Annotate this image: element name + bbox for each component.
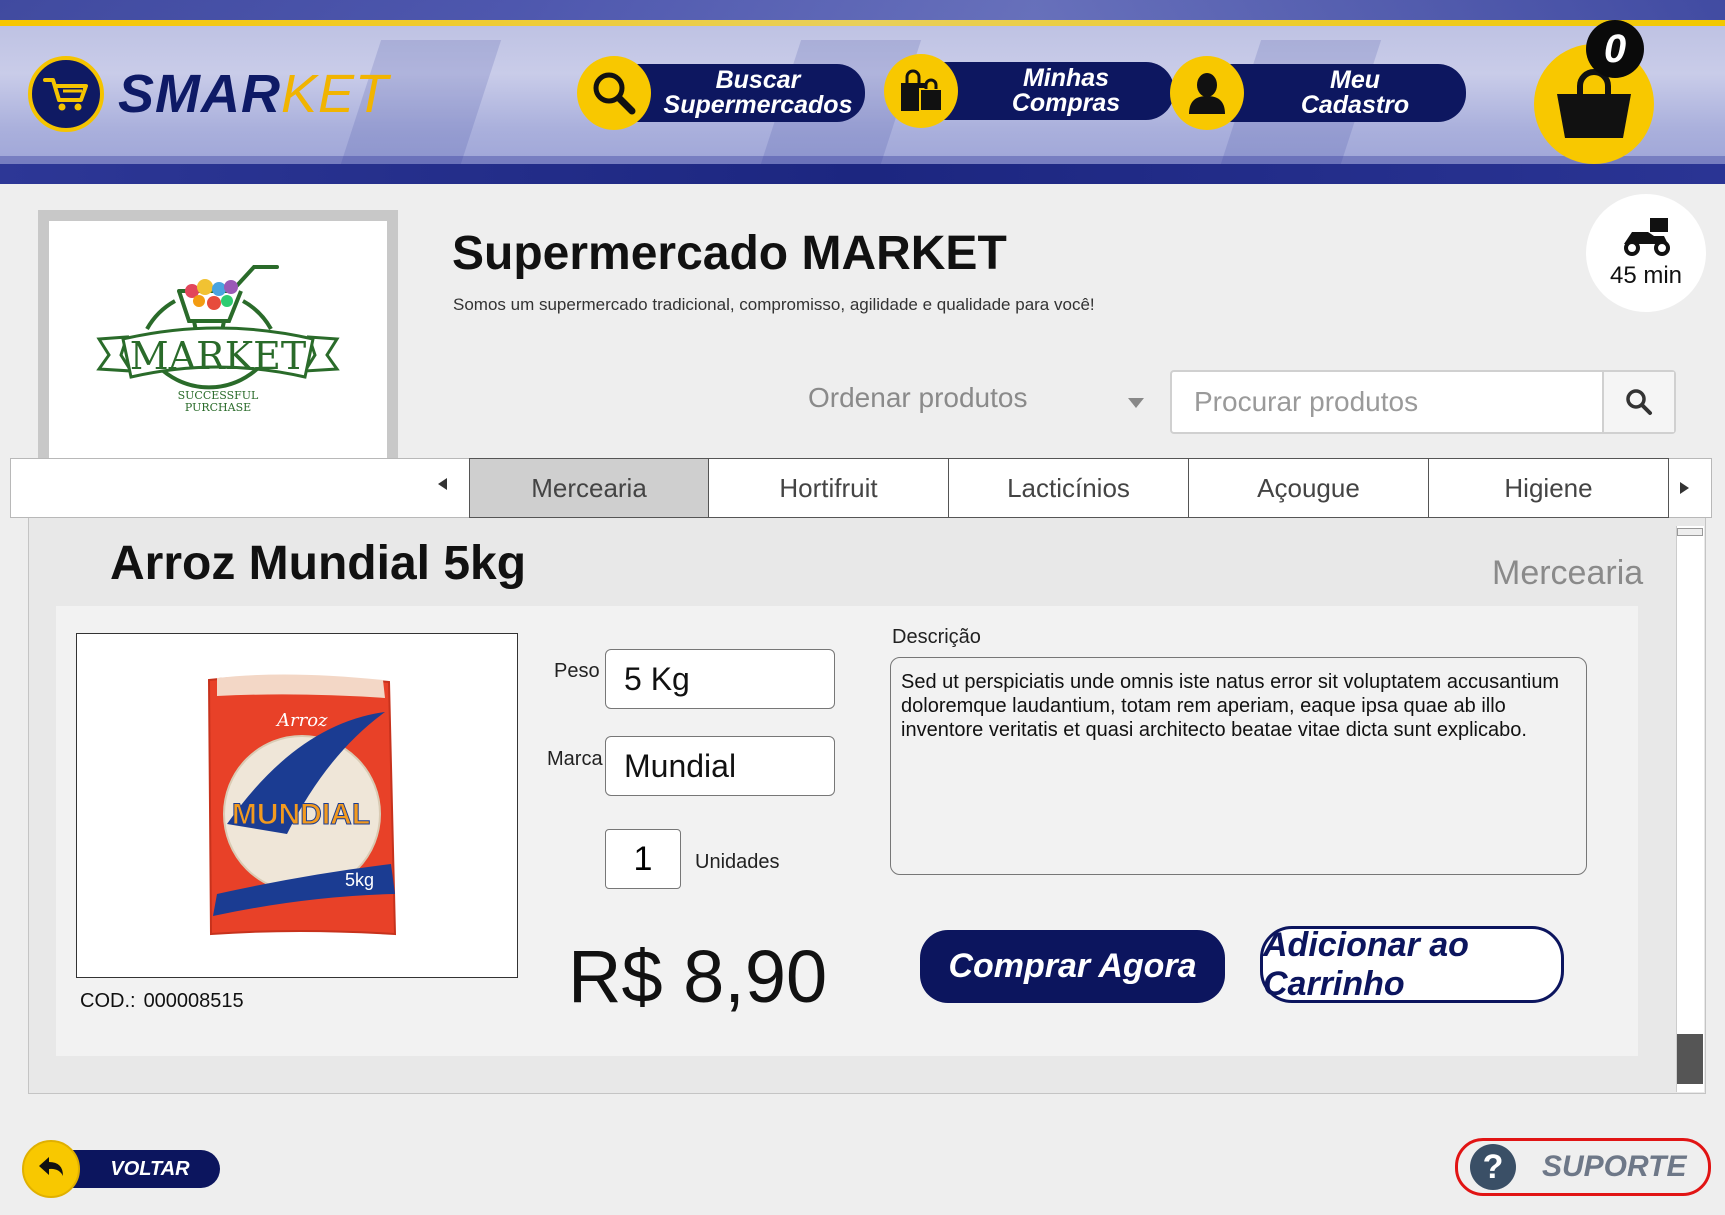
tab-acougue[interactable]: Açougue <box>1189 458 1429 518</box>
support-label: SUPORTE <box>1542 1150 1687 1183</box>
panel-scrollbar[interactable] <box>1676 526 1704 1092</box>
chevron-down-icon[interactable] <box>1128 398 1144 408</box>
help-icon: ? <box>1470 1144 1516 1190</box>
header-banner: SMARKET Buscar Supermercados Minhas Compra… <box>0 0 1725 184</box>
back-arrow-icon <box>22 1140 80 1198</box>
product-image: Arroz MUNDIAL 5kg <box>76 633 518 978</box>
delivery-time-badge: 45 min <box>1586 194 1706 312</box>
header-top-stripe <box>0 0 1725 22</box>
description-textarea[interactable]: Sed ut perspiciatis unde omnis iste natu… <box>890 657 1587 875</box>
search-icon <box>1626 389 1652 415</box>
search-input[interactable] <box>1172 372 1602 432</box>
scrollbar-thumb[interactable] <box>1677 1034 1703 1084</box>
search-button[interactable] <box>1602 372 1674 432</box>
nav-meu-cadastro[interactable]: Meu Cadastro <box>1170 56 1466 130</box>
cart-count-badge: 0 <box>1586 20 1644 78</box>
nav-buscar-supermercados[interactable]: Buscar Supermercados <box>577 56 865 130</box>
tab-lacticinios[interactable]: Lacticínios <box>949 458 1189 518</box>
product-code: COD.: 000008515 <box>80 990 244 1012</box>
product-search <box>1170 370 1676 434</box>
back-button[interactable]: VOLTAR <box>22 1140 220 1198</box>
nav-minhas-compras[interactable]: Minhas Compras <box>884 54 1174 128</box>
search-icon <box>577 56 651 130</box>
category-tabs: Mercearia Hortifruit Lacticínios Açougue… <box>469 458 1669 518</box>
header-yellow-stripe <box>0 20 1725 26</box>
store-logo-tagline-2: PURCHASE <box>185 401 251 414</box>
tabs-prev-arrow-icon[interactable] <box>438 478 447 490</box>
delivery-time-text: 45 min <box>1609 262 1683 289</box>
cart-logo-icon <box>28 56 104 132</box>
product-image-type: Arroz <box>275 710 328 731</box>
store-name: Supermercado MARKET <box>452 227 1007 280</box>
user-icon <box>1170 56 1244 130</box>
shopping-bag-icon <box>884 54 958 128</box>
scrollbar-up[interactable] <box>1677 528 1703 536</box>
tab-hortifruit[interactable]: Hortifruit <box>709 458 949 518</box>
store-logo-name: MARKET <box>130 334 306 378</box>
product-code-value: 000008515 <box>143 990 244 1012</box>
store-description: Somos um supermercado tradicional, compr… <box>453 295 1095 314</box>
tab-higiene[interactable]: Higiene <box>1429 458 1669 518</box>
app-logo-text: SMARKET <box>118 64 390 124</box>
product-name: Arroz Mundial 5kg <box>110 537 527 590</box>
buy-now-button[interactable]: Comprar Agora <box>920 930 1225 1003</box>
quantity-unit-label: Unidades <box>695 851 780 873</box>
cart-button[interactable]: 0 <box>1534 20 1654 168</box>
product-image-size: 5kg <box>345 870 374 890</box>
sort-dropdown[interactable]: Ordenar produtos <box>808 382 1027 414</box>
delivery-scooter-icon <box>1624 218 1670 256</box>
quantity-input[interactable]: 1 <box>605 829 681 889</box>
product-image-brand: MUNDIAL <box>232 798 370 831</box>
support-button[interactable]: ? SUPORTE <box>1455 1138 1711 1196</box>
app-logo[interactable]: SMARKET <box>28 56 389 132</box>
product-category: Mercearia <box>1492 554 1644 592</box>
product-price: R$ 8,90 <box>568 935 828 1018</box>
brand-field[interactable]: Mundial <box>605 736 835 796</box>
description-label: Descrição <box>892 626 981 648</box>
brand-label: Marca <box>547 748 603 770</box>
tab-mercearia[interactable]: Mercearia <box>469 458 709 518</box>
add-to-cart-button[interactable]: Adicionar ao Carrinho <box>1260 926 1564 1003</box>
header-bottom-shade <box>0 156 1725 164</box>
weight-label: Peso <box>554 660 600 682</box>
weight-field[interactable]: 5 Kg <box>605 649 835 709</box>
header-bottom-stripe <box>0 164 1725 184</box>
tabs-next-arrow-icon[interactable] <box>1680 482 1689 494</box>
